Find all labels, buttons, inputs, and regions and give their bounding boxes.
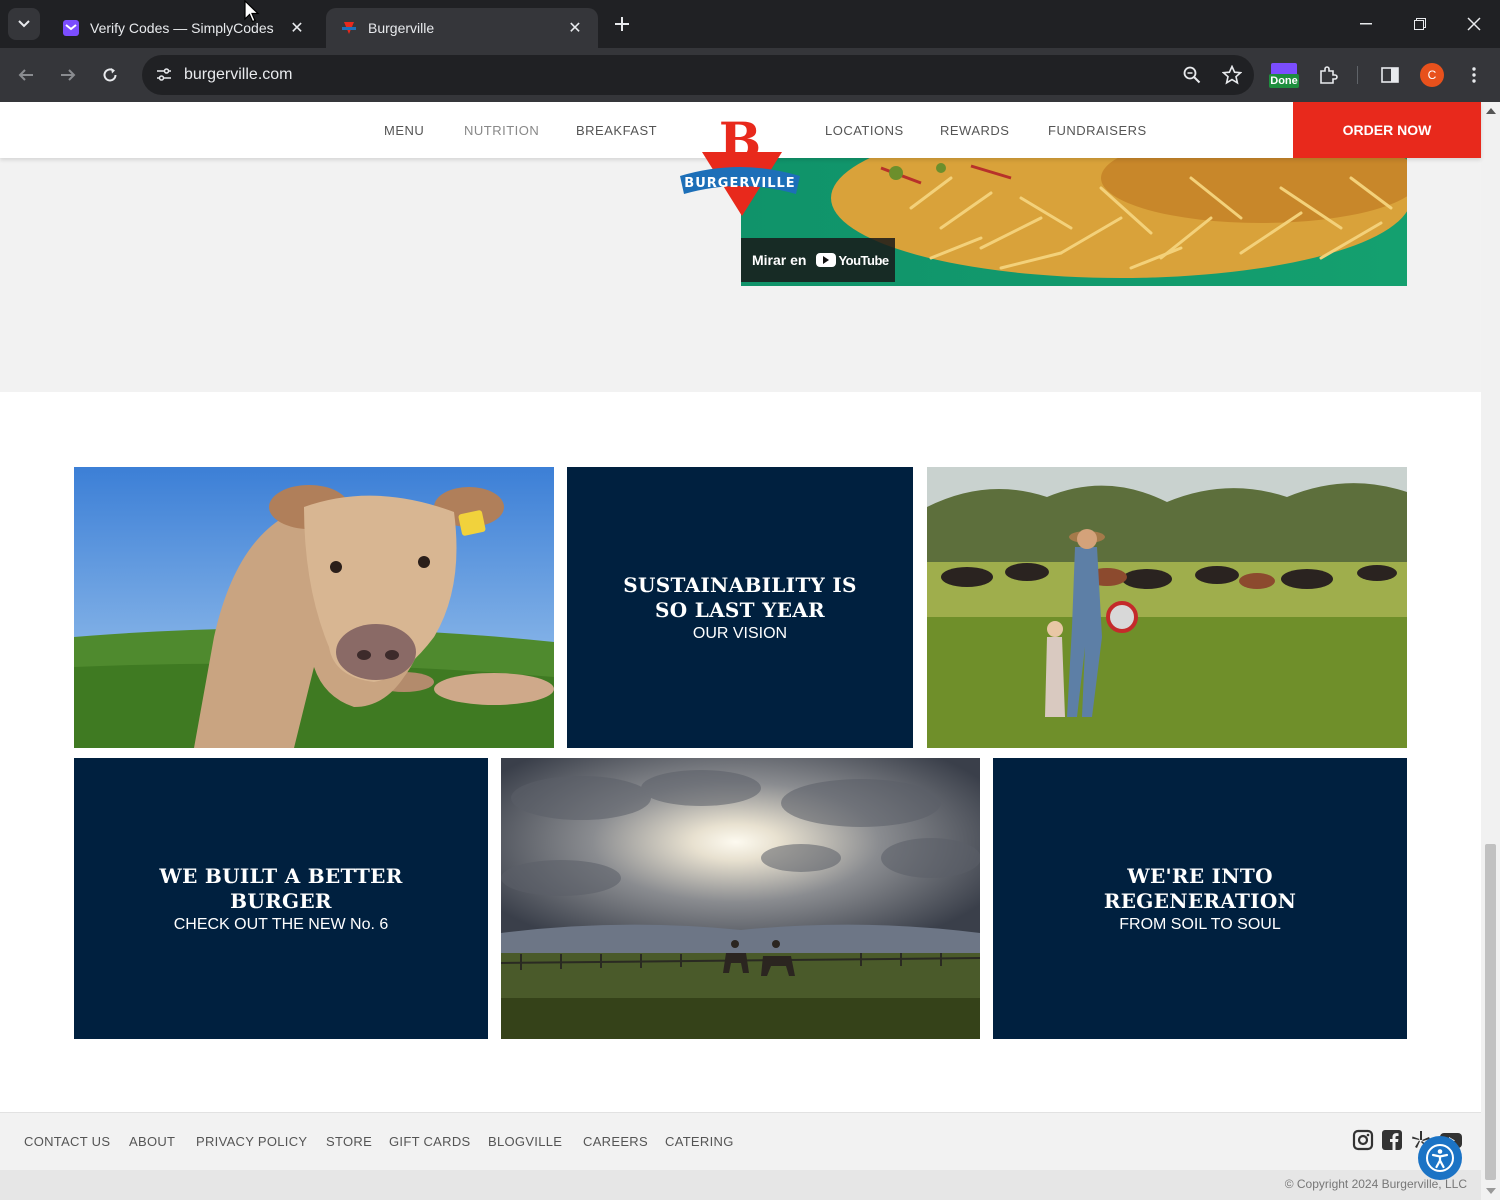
farmer-image (927, 467, 1407, 748)
tile-subtitle: OUR VISION (692, 624, 788, 642)
simplycodes-icon (62, 19, 80, 37)
minimize-icon (1360, 23, 1372, 25)
reload-icon (103, 68, 117, 82)
tile-subtitle: CHECK OUT THE NEW No. 6 (173, 915, 389, 933)
tab-search-button[interactable] (8, 8, 40, 40)
address-bar[interactable]: burgerville.com (142, 55, 1254, 95)
tile-cow-image[interactable] (74, 467, 554, 748)
youtube-wordmark: YouTube (838, 252, 889, 268)
accessibility-icon (1426, 1144, 1454, 1172)
nav-nutrition[interactable]: NUTRITION (464, 123, 539, 138)
tile-sunset-image[interactable] (501, 758, 980, 1039)
site-info-icon[interactable] (146, 57, 182, 93)
logo-wordmark: BURGERVILLE (684, 176, 795, 191)
page-scrollbar[interactable] (1481, 102, 1500, 1200)
youtube-play-icon (816, 253, 837, 267)
extensions-button[interactable] (1312, 59, 1344, 91)
svg-text:B: B (719, 114, 761, 170)
footer-link-about[interactable]: ABOUT (129, 1134, 175, 1149)
close-icon (1467, 17, 1481, 31)
accessibility-widget-button[interactable] (1418, 1136, 1462, 1180)
side-panel-icon (1381, 67, 1399, 83)
footer-link-privacy[interactable]: PRIVACY POLICY (196, 1134, 307, 1149)
puzzle-icon (1320, 66, 1338, 84)
youtube-logo: YouTube (816, 252, 889, 268)
nav-locations[interactable]: LOCATIONS (825, 123, 904, 138)
nav-rewards[interactable]: REWARDS (940, 123, 1009, 138)
avatar: C (1420, 63, 1444, 87)
tab-simplycodes[interactable]: Verify Codes — SimplyCodes ✕ (48, 8, 320, 48)
youtube-video-embed[interactable]: Mirar en YouTube (741, 158, 1407, 286)
kebab-menu-icon (1472, 67, 1476, 83)
sunset-riders-image (501, 758, 980, 1039)
arrow-right-icon (61, 69, 76, 81)
mouse-cursor-icon (244, 0, 260, 23)
close-icon[interactable]: ✕ (566, 18, 584, 38)
footer-link-catering[interactable]: CATERING (665, 1134, 734, 1149)
close-window-button[interactable] (1454, 8, 1494, 40)
close-icon[interactable]: ✕ (288, 18, 306, 38)
watch-on-label: Mirar en (752, 252, 807, 268)
simplycodes-extension-button[interactable]: Done (1268, 59, 1300, 91)
footer-link-gift-cards[interactable]: GIFT CARDS (389, 1134, 471, 1149)
tab-burgerville[interactable]: Burgerville ✕ (326, 8, 598, 48)
extension-badge: Done (1270, 75, 1298, 87)
tile-headline: WE BUILT A BETTER BURGER (159, 863, 403, 913)
page-viewport: MENU NUTRITION BREAKFAST LOCATIONS REWAR… (0, 102, 1500, 1200)
reload-button[interactable] (94, 59, 126, 91)
nav-menu[interactable]: MENU (384, 123, 424, 138)
restore-button[interactable] (1400, 8, 1440, 40)
tile-our-vision[interactable]: SUSTAINABILITY IS SO LAST YEAR OUR VISIO… (567, 467, 913, 748)
plus-icon (615, 17, 629, 31)
tile-farmer-image[interactable] (927, 467, 1407, 748)
url-text[interactable]: burgerville.com (184, 66, 1174, 84)
back-button[interactable] (10, 59, 42, 91)
burgerville-favicon (340, 19, 358, 37)
new-tab-button[interactable] (608, 10, 636, 38)
profile-initial: C (1427, 68, 1437, 82)
bookmark-star-icon[interactable] (1214, 57, 1250, 93)
browser-toolbar: burgerville.com Done C (0, 48, 1500, 102)
facebook-icon[interactable] (1381, 1129, 1403, 1151)
scrollbar-thumb[interactable] (1485, 844, 1496, 1180)
order-now-button[interactable]: ORDER NOW (1293, 102, 1481, 158)
tile-regeneration[interactable]: WE'RE INTO REGENERATION FROM SOIL TO SOU… (993, 758, 1407, 1039)
tile-subtitle: FROM SOIL TO SOUL (1119, 915, 1281, 933)
browser-tab-strip: Verify Codes — SimplyCodes ✕ Burgerville… (0, 0, 1500, 48)
toolbar-divider (1357, 66, 1358, 84)
tile-headline: SUSTAINABILITY IS SO LAST YEAR (623, 572, 857, 622)
cow-image (74, 467, 554, 748)
nav-fundraisers[interactable]: FUNDRAISERS (1048, 123, 1147, 138)
footer-link-contact[interactable]: CONTACT US (24, 1134, 110, 1149)
scroll-up-arrow-icon[interactable] (1486, 108, 1496, 114)
browser-menu-button[interactable] (1458, 59, 1490, 91)
burgerville-logo[interactable]: B BURGERVILLE (678, 111, 804, 218)
nav-breakfast[interactable]: BREAKFAST (576, 123, 657, 138)
footer-link-careers[interactable]: CAREERS (583, 1134, 648, 1149)
tile-headline: WE'RE INTO REGENERATION (1103, 863, 1297, 913)
minimize-button[interactable] (1346, 8, 1386, 40)
scroll-down-arrow-icon[interactable] (1486, 1188, 1496, 1194)
footer-link-blogville[interactable]: BLOGVILLE (488, 1134, 562, 1149)
chevron-down-icon (18, 20, 30, 28)
restore-icon (1414, 18, 1426, 30)
profile-button[interactable]: C (1416, 59, 1448, 91)
watch-on-youtube-button[interactable]: Mirar en YouTube (741, 238, 895, 282)
instagram-icon[interactable] (1352, 1129, 1374, 1151)
site-footer: CONTACT US ABOUT PRIVACY POLICY STORE GI… (0, 1112, 1481, 1170)
tile-better-burger[interactable]: WE BUILT A BETTER BURGER CHECK OUT THE N… (74, 758, 488, 1039)
footer-link-store[interactable]: STORE (326, 1134, 372, 1149)
side-panel-button[interactable] (1374, 59, 1406, 91)
copyright-bar: © Copyright 2024 Burgerville, LLC (0, 1170, 1481, 1200)
zoom-icon[interactable] (1174, 57, 1210, 93)
forward-button[interactable] (52, 59, 84, 91)
tab-title: Burgerville (368, 20, 435, 36)
arrow-left-icon (18, 69, 33, 81)
feature-tiles-section: SUSTAINABILITY IS SO LAST YEAR OUR VISIO… (0, 392, 1481, 1112)
